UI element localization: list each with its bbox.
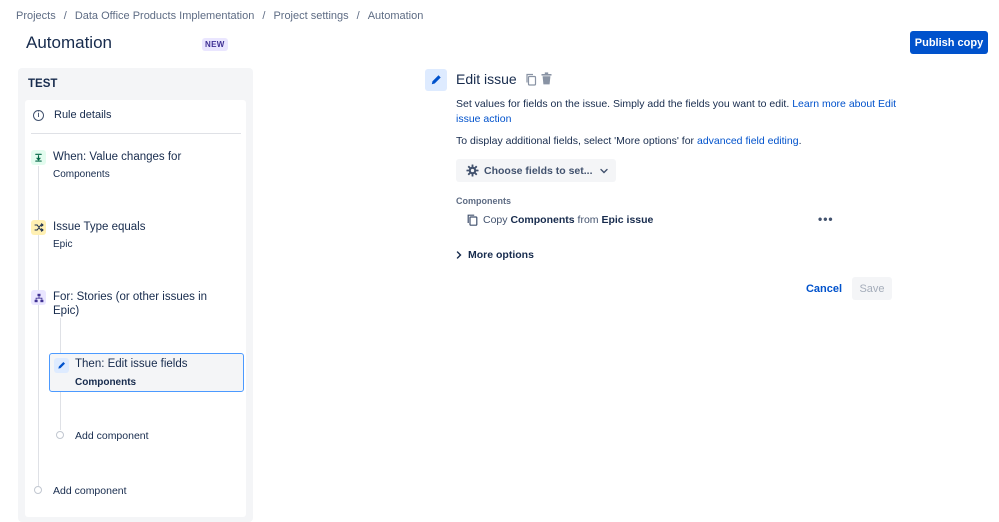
gear-icon (466, 164, 479, 177)
add-component-outer-link[interactable]: Add component (53, 485, 127, 497)
editor-description: Set values for fields on the issue. Simp… (456, 97, 906, 126)
step-branch-title[interactable]: For: Stories (or other issues in (53, 290, 207, 304)
copy-source: Epic issue (601, 214, 654, 226)
step-condition-subtitle: Epic (53, 239, 73, 250)
trigger-icon (31, 150, 46, 165)
new-badge: NEW (202, 38, 228, 51)
shuffle-icon (31, 220, 46, 235)
pencil-icon (425, 69, 447, 91)
rule-name[interactable]: TEST (28, 78, 57, 90)
add-component-inner-link[interactable]: Add component (75, 430, 149, 442)
rule-steps-container: i Rule details When: Value changes for C… (25, 100, 246, 517)
save-button[interactable]: Save (852, 277, 892, 300)
trash-icon[interactable] (541, 72, 552, 90)
step-action-title[interactable]: Then: Edit issue fields (75, 357, 188, 371)
divider (31, 133, 241, 134)
breadcrumb-project[interactable]: Data Office Products Implementation (75, 10, 255, 22)
chevron-down-icon (599, 168, 608, 174)
step-trigger-subtitle: Components (53, 169, 110, 180)
more-actions-icon[interactable]: ••• (818, 212, 834, 226)
step-action-subtitle: Components (75, 377, 137, 388)
branch-icon (31, 290, 46, 305)
copy-prefix: Copy (483, 214, 508, 226)
breadcrumb-projects[interactable]: Projects (16, 10, 56, 22)
components-field-label: Components (456, 196, 511, 206)
info-icon: i (33, 109, 44, 121)
editor-description-text: Set values for fields on the issue. Simp… (456, 98, 790, 110)
advanced-editing-text: To display additional fields, select 'Mo… (456, 135, 695, 147)
copy-components-row[interactable]: Copy Components from Epic issue (467, 214, 653, 226)
breadcrumb-automation[interactable]: Automation (368, 10, 424, 22)
more-options-toggle[interactable]: More options (456, 249, 534, 261)
cancel-button[interactable]: Cancel (800, 277, 848, 300)
more-options-label: More options (468, 249, 534, 261)
advanced-editing-hint: To display additional fields, select 'Mo… (456, 135, 802, 147)
copy-from: from (577, 214, 599, 226)
add-component-dot[interactable] (34, 486, 42, 494)
duplicate-icon[interactable] (525, 73, 537, 91)
breadcrumb-project-settings[interactable]: Project settings (273, 10, 348, 22)
add-component-dot[interactable] (56, 431, 64, 439)
step-condition-title[interactable]: Issue Type equals (53, 220, 146, 234)
chevron-right-icon (456, 251, 462, 259)
editor-title: Edit issue (456, 71, 517, 87)
rule-details-label: Rule details (54, 109, 112, 121)
publish-copy-button[interactable]: Publish copy (910, 31, 988, 54)
breadcrumb: Projects / Data Office Products Implemen… (16, 10, 423, 22)
choose-fields-button[interactable]: Choose fields to set... (456, 159, 616, 182)
choose-fields-label: Choose fields to set... (484, 164, 593, 177)
breadcrumb-separator: / (262, 10, 266, 22)
breadcrumb-separator: / (356, 10, 360, 22)
copy-field-name: Components (510, 214, 575, 226)
step-trigger-title[interactable]: When: Value changes for (53, 150, 181, 164)
copy-icon (467, 214, 478, 226)
rule-panel: TEST i Rule details When: Value changes … (18, 68, 253, 522)
breadcrumb-separator: / (63, 10, 67, 22)
advanced-field-editing-link[interactable]: advanced field editing (697, 135, 799, 147)
page-title: Automation (26, 33, 112, 52)
rule-details-item[interactable]: i Rule details (33, 109, 111, 121)
connector-line (38, 166, 39, 486)
step-branch-title-continued[interactable]: Epic) (53, 304, 79, 318)
pencil-icon (54, 358, 69, 373)
